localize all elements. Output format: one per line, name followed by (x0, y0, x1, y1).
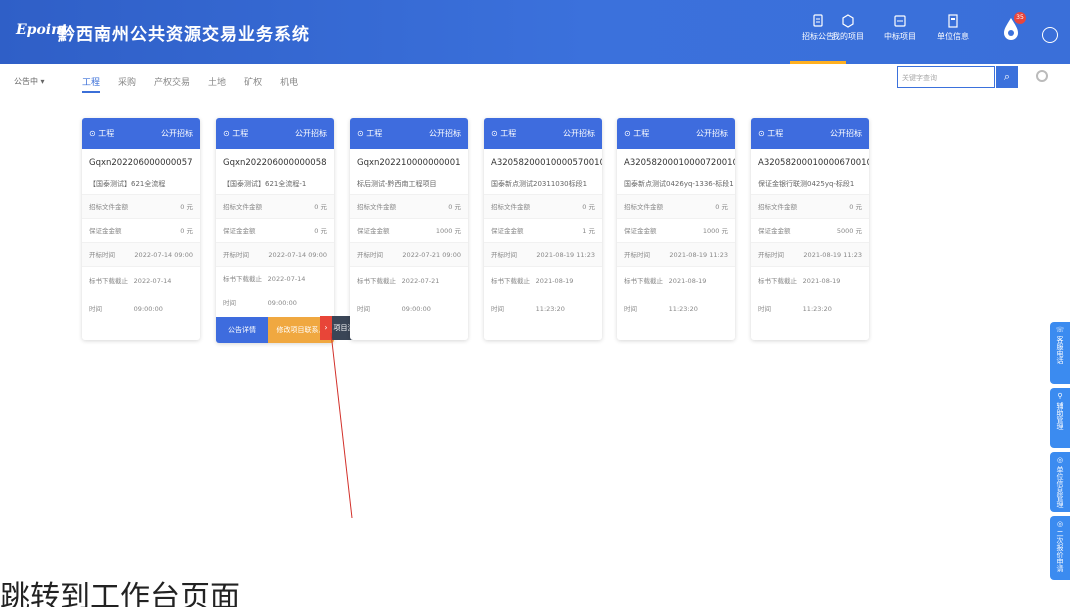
side-tab-hotline[interactable]: ☏ 客服电话 (1050, 322, 1070, 384)
side-tab-label: 二次报价申请 (1056, 530, 1064, 572)
assist-icon: ⚲ (1057, 392, 1063, 400)
side-tab-label: 客服电话 (1056, 336, 1064, 364)
phone-icon: ☏ (1055, 326, 1065, 334)
page-caption: 跳转到工作台页面 (0, 580, 240, 607)
side-tab-company[interactable]: ◎ 单位信息管理 (1050, 452, 1070, 512)
annotation-arrow (330, 332, 353, 519)
side-tab-label: 辅助管理 (1056, 402, 1064, 430)
company-info-icon: ◎ (1056, 456, 1064, 464)
side-tab-label: 单位信息管理 (1056, 466, 1064, 508)
side-tab-requote[interactable]: ◎ 二次报价申请 (1050, 516, 1070, 580)
side-tab-assist[interactable]: ⚲ 辅助管理 (1050, 388, 1070, 448)
requote-icon: ◎ (1056, 520, 1064, 528)
